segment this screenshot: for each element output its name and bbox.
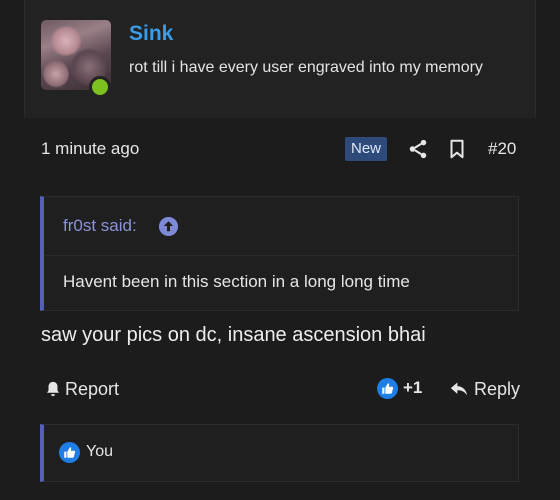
post-message: saw your pics on dc, insane ascension bh… bbox=[41, 324, 426, 346]
user-title: rot till i have every user engraved into… bbox=[129, 59, 483, 76]
arrow-up-icon[interactable] bbox=[159, 217, 178, 236]
reaction-users-link[interactable]: You bbox=[86, 443, 113, 461]
like-icon bbox=[377, 377, 398, 399]
report-button[interactable]: Report bbox=[44, 377, 119, 401]
online-status-indicator bbox=[89, 76, 111, 98]
report-label: Report bbox=[65, 378, 120, 399]
reply-icon bbox=[450, 382, 468, 396]
like-count: +1 bbox=[403, 378, 423, 397]
reaction-score[interactable]: +1 bbox=[377, 376, 422, 400]
username-link[interactable]: Sink bbox=[129, 22, 173, 46]
reply-button[interactable]: Reply bbox=[449, 377, 520, 401]
quote-block: fr0st said: Havent been in this section … bbox=[40, 196, 519, 311]
quote-text: Havent been in this section in a long lo… bbox=[63, 272, 410, 291]
quote-divider bbox=[44, 255, 518, 256]
bookmark-icon[interactable] bbox=[446, 138, 468, 160]
post-number-link[interactable]: #20 bbox=[488, 139, 516, 159]
share-icon[interactable] bbox=[407, 138, 429, 160]
quote-author-link[interactable]: fr0st said: bbox=[63, 216, 137, 236]
post-meta-row: 1 minute ago New #20 bbox=[0, 132, 560, 166]
reply-label: Reply bbox=[474, 378, 521, 399]
reactions-bar[interactable]: You bbox=[40, 424, 519, 482]
user-card: Sink rot till i have every user engraved… bbox=[24, 0, 536, 118]
bell-icon bbox=[47, 381, 59, 397]
post-timestamp[interactable]: 1 minute ago bbox=[41, 139, 139, 159]
new-badge: New bbox=[345, 137, 388, 161]
like-icon bbox=[59, 442, 80, 463]
forum-post: Sink rot till i have every user engraved… bbox=[0, 0, 560, 500]
avatar-shape bbox=[43, 60, 69, 88]
